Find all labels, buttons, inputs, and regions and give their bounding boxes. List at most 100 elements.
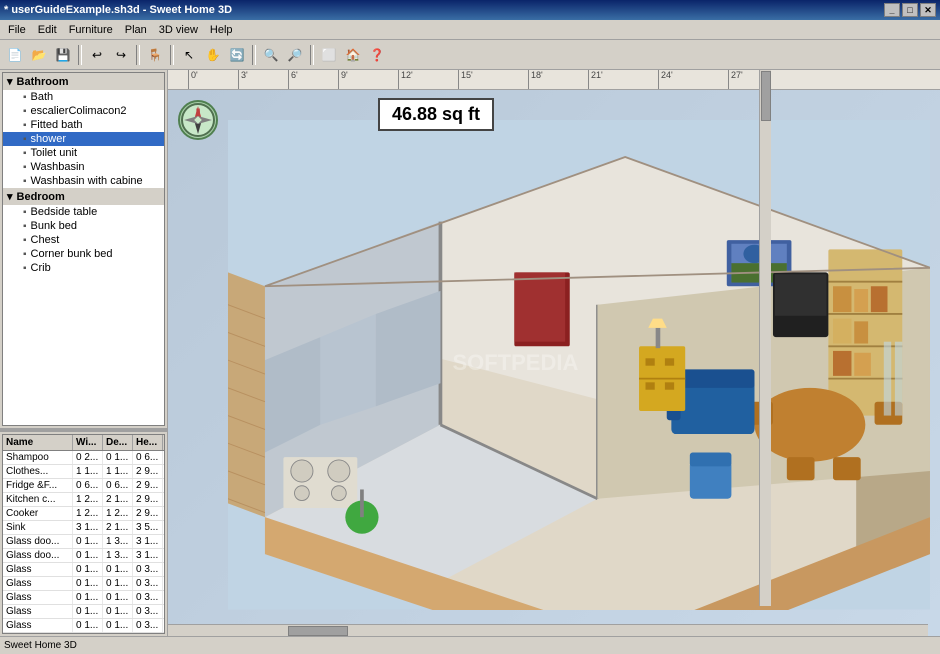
tree-item-crib[interactable]: ▪ Crib [3,261,164,275]
close-button[interactable]: ✕ [920,3,936,17]
ruler-top: 0' 3' 6' 9' 12' 15' 18' 21' 24' 27' [168,70,940,90]
save-button[interactable]: 💾 [52,44,74,66]
table-row[interactable]: Glass0 1...0 1...0 3... [3,619,164,633]
shower-icon: ▪ [23,134,27,145]
maximize-button[interactable]: □ [902,3,918,17]
ruler-mark-15: 15' [458,70,473,89]
toolbar-separator-3 [170,45,174,65]
table-row[interactable]: Sink3 1...2 1...3 5... [3,521,164,535]
open-button[interactable]: 📂 [28,44,50,66]
table-row[interactable]: Glass0 1...0 1...0 3... [3,563,164,577]
left-panel: ▾ Bathroom ▪ Bath ▪ escalierColimacon2 ▪… [0,70,168,636]
cursor-button[interactable]: ↖ [178,44,200,66]
table-row[interactable]: Glass doo...0 1...1 3...3 1... [3,535,164,549]
menu-bar: File Edit Furniture Plan 3D view Help [0,20,940,40]
table-row[interactable]: Plate0 7...0 7...0 0... [3,633,164,634]
scroll-thumb-h[interactable] [288,626,348,636]
table-row[interactable]: Shampoo0 2...0 1...0 6... [3,451,164,465]
new-button[interactable]: 📄 [4,44,26,66]
tree-item-escalier[interactable]: ▪ escalierColimacon2 [3,104,164,118]
table-row[interactable]: Fridge &F...0 6...0 6...2 9... [3,479,164,493]
washbasin-icon: ▪ [23,162,27,173]
table-row[interactable]: Kitchen c...1 2...2 1...2 9... [3,493,164,507]
tree-item-corner-bunk[interactable]: ▪ Corner bunk bed [3,247,164,261]
furniture-catalog-panel: ▾ Bathroom ▪ Bath ▪ escalierColimacon2 ▪… [0,70,167,428]
category-bedroom[interactable]: ▾ Bedroom [3,188,164,205]
col-header-depth: De... [103,435,133,450]
table-row[interactable]: Glass doo...0 1...1 3...3 1... [3,549,164,563]
status-text: Sweet Home 3D [4,640,77,651]
menu-file[interactable]: File [2,22,32,38]
washbasin-cabinet-icon: ▪ [23,176,27,187]
bath-icon: ▪ [23,92,27,103]
table-row[interactable]: Glass0 1...0 1...0 3... [3,591,164,605]
ruler-mark-27: 27' [728,70,743,89]
menu-3dview[interactable]: 3D view [153,22,204,38]
corner-bunk-icon: ▪ [23,249,27,260]
tree-item-chest-label: Chest [31,234,60,246]
tree-item-escalier-label: escalierColimacon2 [31,105,127,117]
status-bar: Sweet Home 3D [0,636,940,654]
tree-item-chest[interactable]: ▪ Chest [3,233,164,247]
panel-splitter[interactable] [0,428,167,432]
right-area: 0' 3' 6' 9' 12' 15' 18' 21' 24' 27' N [168,70,940,636]
tree-item-bedside[interactable]: ▪ Bedside table [3,205,164,219]
add-furniture-button[interactable]: 🪑 [144,44,166,66]
menu-furniture[interactable]: Furniture [63,22,119,38]
menu-plan[interactable]: Plan [119,22,153,38]
toolbar: 📄 📂 💾 ↩ ↪ 🪑 ↖ ✋ 🔄 🔍 🔎 ⬜ 🏠 ❓ [0,40,940,70]
pan-button[interactable]: ✋ [202,44,224,66]
col-header-height: He... [133,435,163,450]
table-header: Name Wi... De... He... [3,435,164,451]
tree-item-bath-label: Bath [31,91,54,103]
measurement-value: 46.88 sq ft [392,104,480,124]
zoom-out-button[interactable]: 🔎 [284,44,306,66]
toolbar-separator-4 [252,45,256,65]
escalier-icon: ▪ [23,106,27,117]
floorplan-area[interactable]: N 46.88 sq ft SOFTPEDIA [168,90,940,636]
tree-item-shower[interactable]: ▪ shower [3,132,164,146]
top-view-button[interactable]: ⬜ [318,44,340,66]
toilet-icon: ▪ [23,148,27,159]
help-button[interactable]: ❓ [366,44,388,66]
3d-view-button[interactable]: 🏠 [342,44,364,66]
bedside-icon: ▪ [23,207,27,218]
tree-item-fitted-bath[interactable]: ▪ Fitted bath [3,118,164,132]
toolbar-separator-1 [78,45,82,65]
ruler-mark-18: 18' [528,70,543,89]
table-row[interactable]: Clothes...1 1...1 1...2 9... [3,465,164,479]
table-row[interactable]: Glass0 1...0 1...0 3... [3,605,164,619]
window-controls: _ □ ✕ [884,3,936,17]
furniture-table[interactable]: Name Wi... De... He... Shampoo0 2...0 1.… [2,434,165,634]
table-row[interactable]: Cooker1 2...1 2...2 9... [3,507,164,521]
vertical-scrollbar[interactable] [759,70,771,606]
table-row[interactable]: Glass0 1...0 1...0 3... [3,577,164,591]
tree-item-bunkbed-label: Bunk bed [31,220,77,232]
col-header-name: Name [3,435,73,450]
horizontal-scrollbar[interactable] [168,624,928,636]
tree-item-bedside-label: Bedside table [31,206,98,218]
tree-item-fitted-bath-label: Fitted bath [31,119,83,131]
bunkbed-icon: ▪ [23,221,27,232]
undo-button[interactable]: ↩ [86,44,108,66]
rotate-button[interactable]: 🔄 [226,44,248,66]
scroll-thumb-v[interactable] [761,71,771,121]
tree-item-bunkbed[interactable]: ▪ Bunk bed [3,219,164,233]
fitted-bath-icon: ▪ [23,120,27,131]
category-bathroom[interactable]: ▾ Bathroom [3,73,164,90]
tree-item-washbasin-cabinet[interactable]: ▪ Washbasin with cabine [3,174,164,188]
tree-item-bath[interactable]: ▪ Bath [3,90,164,104]
menu-help[interactable]: Help [204,22,239,38]
redo-button[interactable]: ↪ [110,44,132,66]
tree-item-washbasin[interactable]: ▪ Washbasin [3,160,164,174]
minimize-button[interactable]: _ [884,3,900,17]
ruler-mark-24: 24' [658,70,673,89]
menu-edit[interactable]: Edit [32,22,63,38]
zoom-in-button[interactable]: 🔍 [260,44,282,66]
furniture-tree[interactable]: ▾ Bathroom ▪ Bath ▪ escalierColimacon2 ▪… [2,72,165,426]
tree-item-toilet[interactable]: ▪ Toilet unit [3,146,164,160]
window-title: * userGuideExample.sh3d - Sweet Home 3D [4,4,232,16]
col-header-width: Wi... [73,435,103,450]
crib-icon: ▪ [23,263,27,274]
tree-item-washbasin-cabinet-label: Washbasin with cabine [31,175,143,187]
